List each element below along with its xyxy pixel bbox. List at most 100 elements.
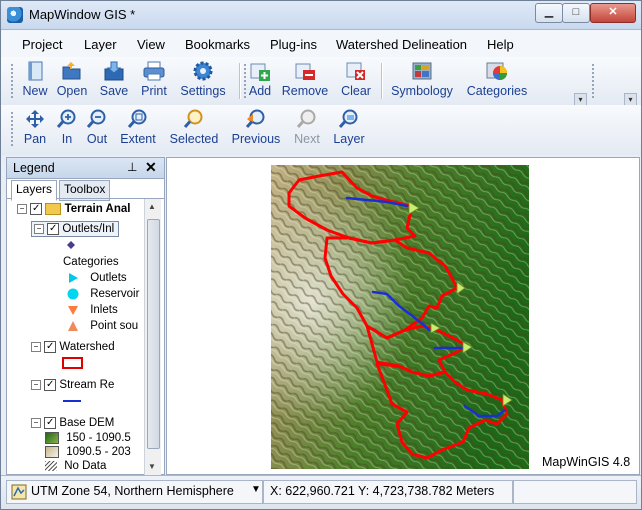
close-button[interactable]: ✕ bbox=[590, 3, 636, 23]
toolbar-grip[interactable] bbox=[10, 111, 14, 147]
layer-name: Watershed bbox=[59, 341, 115, 354]
layer-group-row[interactable]: − ✓ Terrain Anal bbox=[17, 203, 130, 215]
map-navigation-toolbar: Pan In Out Extent Selected Previous Next… bbox=[1, 105, 641, 155]
zoom-out-button[interactable]: Out bbox=[85, 109, 109, 151]
category-point-source: Point sou bbox=[67, 320, 138, 332]
menu-project[interactable]: Project bbox=[22, 37, 62, 52]
category-inlets: Inlets bbox=[67, 304, 118, 316]
open-folder-icon bbox=[61, 61, 83, 81]
watershed-layer-row[interactable]: − ✓ Watershed bbox=[31, 341, 115, 353]
layer-visibility-checkbox[interactable]: ✓ bbox=[44, 379, 57, 391]
collapse-icon[interactable]: − bbox=[31, 342, 41, 352]
title-bar[interactable]: MapWindow GIS * ▁ □ ✕ bbox=[1, 1, 641, 30]
toolbar-grip[interactable] bbox=[243, 63, 247, 99]
projection-text: UTM Zone 54, Northern Hemisphere bbox=[31, 484, 234, 498]
tab-layers[interactable]: Layers bbox=[11, 180, 58, 201]
gear-icon bbox=[192, 61, 214, 81]
zoom-extent-button[interactable]: Extent bbox=[118, 109, 158, 151]
collapse-icon[interactable]: − bbox=[31, 380, 41, 390]
zoom-next-button[interactable]: Next bbox=[291, 109, 323, 151]
zoom-selected-icon bbox=[183, 109, 205, 129]
mapwindow-globe-icon bbox=[7, 7, 23, 23]
pan-arrows-icon bbox=[24, 109, 46, 129]
zoom-out-icon bbox=[86, 109, 108, 129]
folder-icon bbox=[45, 203, 62, 215]
scrollbar-thumb[interactable] bbox=[147, 219, 160, 449]
layer-visibility-checkbox[interactable]: ✓ bbox=[47, 223, 60, 235]
zoom-previous-icon bbox=[245, 109, 267, 129]
triangle-up-icon bbox=[68, 321, 78, 331]
zoom-in-icon bbox=[56, 109, 78, 129]
zoom-extent-icon bbox=[127, 109, 149, 129]
circle-icon bbox=[67, 288, 79, 300]
stream-layer-row[interactable]: − ✓ Stream Re bbox=[31, 379, 114, 391]
maximize-button[interactable]: □ bbox=[562, 3, 590, 23]
layer-name: Stream Re bbox=[59, 379, 115, 392]
outlets-default-symbol bbox=[65, 239, 77, 251]
zoom-in-button[interactable]: In bbox=[56, 109, 78, 151]
settings-button[interactable]: Settings bbox=[177, 61, 229, 103]
layer-visibility-checkbox[interactable]: ✓ bbox=[44, 341, 57, 353]
legend-title: Legend bbox=[13, 161, 55, 175]
layer-name: Outlets/Inl bbox=[62, 223, 115, 236]
watershed-symbol bbox=[62, 357, 84, 369]
new-button[interactable]: New bbox=[21, 61, 49, 103]
status-bar: UTM Zone 54, Northern Hemisphere ▼ X: 62… bbox=[1, 475, 641, 509]
stream-symbol bbox=[62, 395, 84, 407]
toolbar-grip[interactable] bbox=[10, 63, 14, 99]
coordinates-text: X: 622,960.721 Y: 4,723,738.782 Meters bbox=[270, 484, 495, 498]
add-layer-button[interactable]: Add bbox=[248, 61, 272, 103]
menu-watershed-delineation[interactable]: Watershed Delineation bbox=[336, 37, 467, 52]
menu-bookmarks[interactable]: Bookmarks bbox=[185, 37, 250, 52]
collapse-icon[interactable]: − bbox=[17, 204, 27, 214]
pin-icon[interactable]: ⊥ bbox=[127, 160, 137, 174]
categories-icon bbox=[486, 61, 508, 81]
legend-panel: Legend ⊥ ✕ Layers Toolbox − ✓ Terrain An… bbox=[6, 157, 165, 475]
zoom-layer-button[interactable]: Layer bbox=[331, 109, 367, 151]
toolbar-grip[interactable] bbox=[591, 63, 595, 99]
map-view[interactable]: MapWinGIS 4.8 bbox=[166, 157, 640, 475]
categories-button[interactable]: Categories bbox=[464, 61, 530, 103]
pan-button[interactable]: Pan bbox=[22, 109, 48, 151]
save-button[interactable]: Save bbox=[97, 61, 131, 103]
dem-layer-row[interactable]: − ✓ Base DEM bbox=[31, 417, 114, 429]
save-icon bbox=[103, 61, 125, 81]
toolbar-separator bbox=[239, 63, 241, 99]
categories-heading: Categories bbox=[63, 256, 119, 268]
symbology-button[interactable]: Symbology bbox=[388, 61, 456, 103]
remove-layer-button[interactable]: Remove bbox=[280, 61, 330, 103]
dem-class-high: 1090.5 - 203 bbox=[45, 446, 131, 458]
layer-visibility-checkbox[interactable]: ✓ bbox=[44, 417, 57, 429]
printer-icon bbox=[143, 61, 165, 81]
collapse-icon[interactable]: − bbox=[31, 418, 41, 428]
open-button[interactable]: Open bbox=[55, 61, 89, 103]
projection-selector[interactable]: UTM Zone 54, Northern Hemisphere ▼ bbox=[6, 480, 263, 504]
triangle-down-icon bbox=[68, 306, 78, 315]
menu-help[interactable]: Help bbox=[487, 37, 514, 52]
legend-scrollbar[interactable]: ▲ ▼ bbox=[144, 199, 161, 475]
map-canvas[interactable]: MapWinGIS 4.8 bbox=[167, 158, 639, 474]
dem-class-low: 150 - 1090.5 bbox=[45, 432, 131, 444]
category-outlets: Outlets bbox=[67, 272, 127, 284]
scroll-up-icon[interactable]: ▲ bbox=[148, 202, 156, 211]
print-button[interactable]: Print bbox=[138, 61, 170, 103]
chevron-down-icon[interactable]: ▼ bbox=[251, 484, 261, 495]
collapse-icon[interactable]: − bbox=[34, 224, 44, 234]
minimize-button[interactable]: ▁ bbox=[535, 3, 563, 23]
dem-class-nodata: No Data bbox=[45, 460, 106, 472]
scroll-down-icon[interactable]: ▼ bbox=[148, 462, 156, 471]
menu-view[interactable]: View bbox=[137, 37, 165, 52]
menu-layer[interactable]: Layer bbox=[84, 37, 117, 52]
menu-plugins[interactable]: Plug-ins bbox=[270, 37, 317, 52]
mapwindow-app-window: MapWindow GIS * ▁ □ ✕ Project Layer View… bbox=[0, 0, 642, 510]
zoom-next-icon bbox=[296, 109, 318, 129]
outlets-layer-row[interactable]: − ✓ Outlets/Inl bbox=[31, 221, 120, 238]
group-visibility-checkbox[interactable]: ✓ bbox=[30, 203, 43, 215]
dem-raster bbox=[271, 165, 529, 469]
legend-close-icon[interactable]: ✕ bbox=[145, 159, 157, 176]
clear-layers-button[interactable]: Clear bbox=[339, 61, 373, 103]
zoom-previous-button[interactable]: Previous bbox=[229, 109, 283, 151]
menu-bar: Project Layer View Bookmarks Plug-ins Wa… bbox=[1, 30, 641, 57]
zoom-selected-button[interactable]: Selected bbox=[167, 109, 221, 151]
map-caption: MapWinGIS 4.8 bbox=[542, 455, 630, 469]
